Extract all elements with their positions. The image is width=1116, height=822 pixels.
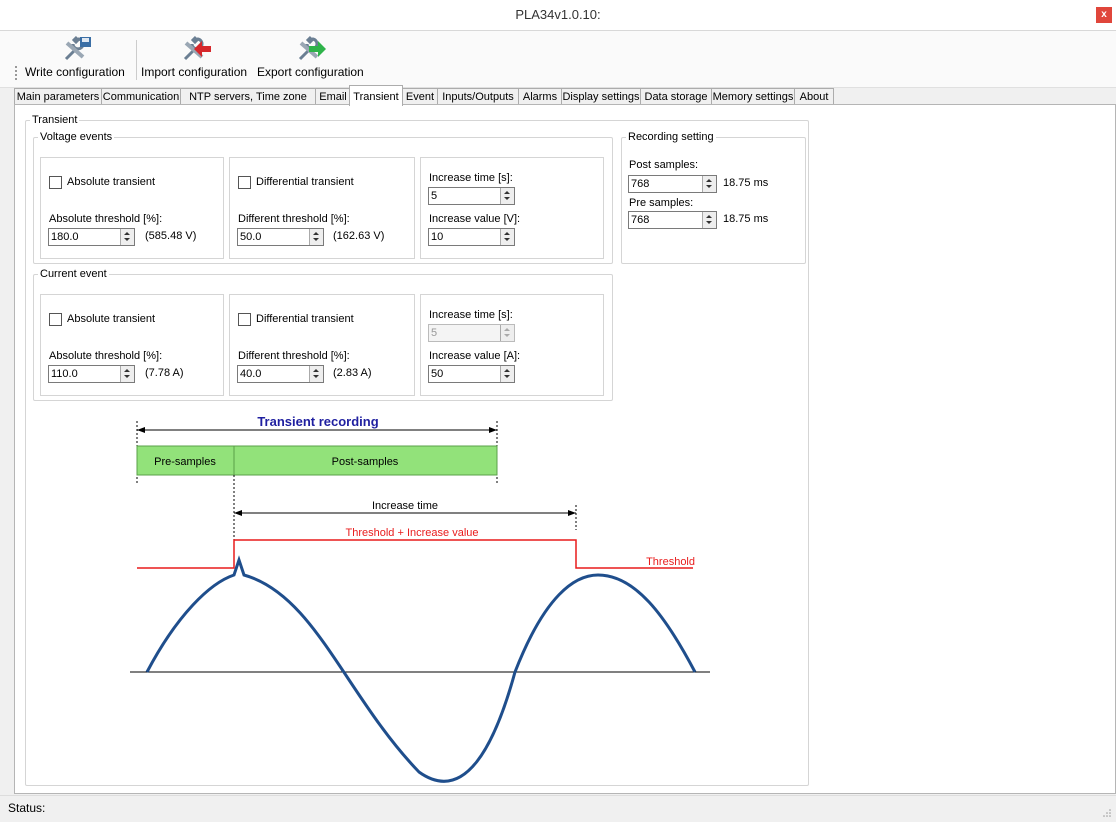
toolbar-grip[interactable] — [15, 66, 19, 80]
tab-alarms[interactable]: Alarms — [518, 88, 562, 105]
close-button[interactable]: x — [1096, 7, 1112, 23]
tab-ntp-servers[interactable]: NTP servers, Time zone — [180, 88, 316, 105]
write-configuration-icon — [64, 35, 91, 61]
increase-time-text: Increase time — [372, 500, 438, 512]
write-configuration-label: Write configuration — [25, 65, 125, 79]
tab-event[interactable]: Event — [402, 88, 438, 105]
tab-inputs-outputs[interactable]: Inputs/Outputs — [437, 88, 519, 105]
post-samples-text: Post-samples — [332, 456, 399, 468]
sine-wave — [145, 555, 697, 783]
threshold-line — [137, 539, 693, 569]
tab-transient[interactable]: Transient — [349, 85, 403, 106]
transient-diagram: Transient recording Pre-samples Post-sam… — [130, 414, 710, 783]
window-title: PLA34v1.0.10: — [515, 7, 601, 22]
tab-communication[interactable]: Communication — [101, 88, 181, 105]
diagram-title: Transient recording — [257, 414, 378, 429]
import-configuration-icon — [183, 35, 211, 61]
threshold-text: Threshold — [646, 556, 695, 568]
tab-main-parameters[interactable]: Main parameters — [14, 88, 102, 105]
pre-samples-text: Pre-samples — [154, 456, 216, 468]
increase-time-arrow — [233, 475, 577, 565]
threshold-increase-text: Threshold + Increase value — [346, 527, 479, 539]
toolbar-separator — [136, 40, 137, 80]
tab-display-settings[interactable]: Display settings — [561, 88, 641, 105]
export-configuration-button[interactable]: Export configuration — [257, 35, 365, 83]
write-configuration-button[interactable]: Write configuration — [25, 35, 129, 83]
import-configuration-button[interactable]: Import configuration — [141, 35, 251, 83]
tab-email[interactable]: Email — [315, 88, 351, 105]
tab-data-storage[interactable]: Data storage — [640, 88, 712, 105]
status-label: Status: — [8, 801, 46, 815]
export-configuration-label: Export configuration — [257, 65, 364, 79]
resize-grip-icon[interactable] — [1102, 808, 1112, 818]
status-bar — [0, 795, 1116, 822]
transient-tab-page: Transient Voltage events Absolute transi… — [14, 104, 1116, 794]
export-configuration-icon — [298, 35, 326, 61]
import-configuration-label: Import configuration — [141, 65, 248, 79]
tab-about[interactable]: About — [794, 88, 834, 105]
tab-memory-settings[interactable]: Memory settings — [711, 88, 795, 105]
